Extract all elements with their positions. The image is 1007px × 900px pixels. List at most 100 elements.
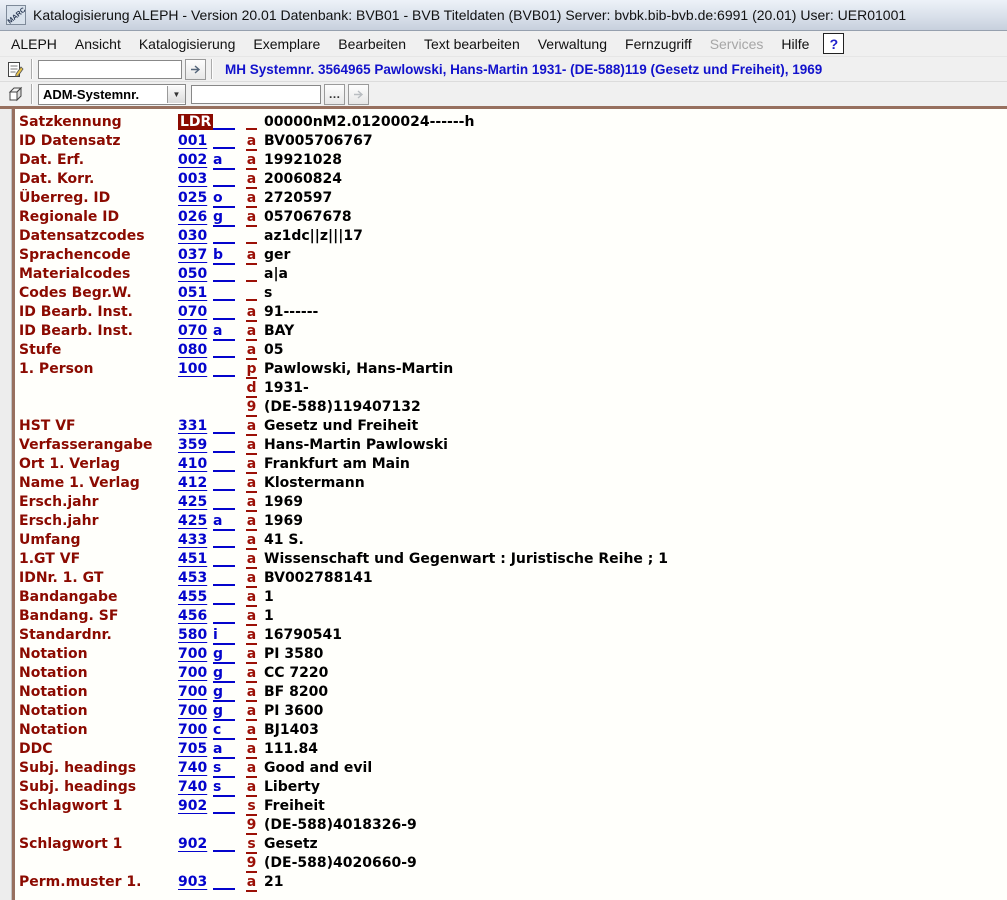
subfield-code[interactable] xyxy=(246,265,257,282)
indicator-field[interactable] xyxy=(213,265,235,282)
field-value[interactable]: 2720597 xyxy=(264,189,1007,208)
subfield-code[interactable]: a xyxy=(246,172,257,189)
go-arrow-button-disabled[interactable] xyxy=(348,84,369,105)
field-value[interactable]: PI 3580 xyxy=(264,645,1007,664)
help-icon[interactable]: ? xyxy=(823,33,844,54)
system-number-input[interactable] xyxy=(38,60,182,79)
indicator-field[interactable] xyxy=(213,227,235,244)
subfield-code[interactable]: a xyxy=(246,343,257,360)
menu-item-aleph[interactable]: ALEPH xyxy=(2,33,66,55)
field-value[interactable]: ger xyxy=(264,246,1007,265)
indicator-field[interactable] xyxy=(213,132,235,149)
indicator-field[interactable]: a xyxy=(213,514,235,531)
indicator-field[interactable] xyxy=(213,569,235,586)
subfield-code[interactable]: a xyxy=(246,476,257,493)
field-value[interactable]: 1931- xyxy=(264,379,1007,398)
subfield-code[interactable]: a xyxy=(246,324,257,341)
field-tag[interactable]: 740 xyxy=(178,779,207,795)
go-arrow-button[interactable] xyxy=(185,59,206,80)
field-tag[interactable]: 902 xyxy=(178,798,207,814)
field-value[interactable]: BJ1403 xyxy=(264,721,1007,740)
menu-item-fernzugriff[interactable]: Fernzugriff xyxy=(616,33,701,55)
field-value[interactable]: BF 8200 xyxy=(264,683,1007,702)
subfield-code[interactable]: p xyxy=(246,362,257,379)
indicator-field[interactable] xyxy=(213,797,235,814)
field-tag[interactable]: 080 xyxy=(178,342,207,358)
field-value[interactable]: BAY xyxy=(264,322,1007,341)
field-tag[interactable]: 700 xyxy=(178,703,207,719)
field-tag[interactable]: 700 xyxy=(178,646,207,662)
field-value[interactable]: 21 xyxy=(264,873,1007,896)
subfield-code[interactable]: a xyxy=(246,647,257,664)
field-tag[interactable]: 451 xyxy=(178,551,207,567)
menu-item-verwaltung[interactable]: Verwaltung xyxy=(529,33,616,55)
subfield-code[interactable]: 9 xyxy=(246,400,257,417)
field-value[interactable]: (DE-588)4018326-9 xyxy=(264,816,1007,835)
indicator-field[interactable] xyxy=(213,341,235,358)
indicator-field[interactable]: g xyxy=(213,704,235,721)
field-tag[interactable]: 026 xyxy=(178,209,207,225)
subfield-code[interactable]: a xyxy=(246,438,257,455)
subfield-code[interactable]: a xyxy=(246,419,257,436)
adm-value-input[interactable] xyxy=(191,85,321,104)
subfield-code[interactable]: a xyxy=(246,875,257,892)
menu-item-text-bearbeiten[interactable]: Text bearbeiten xyxy=(415,33,529,55)
field-value[interactable]: Liberty xyxy=(264,778,1007,797)
subfield-code[interactable]: a xyxy=(246,533,257,550)
subfield-code[interactable]: a xyxy=(246,704,257,721)
subfield-code[interactable]: a xyxy=(246,495,257,512)
browse-button[interactable]: … xyxy=(324,84,345,105)
subfield-code[interactable]: s xyxy=(246,799,257,816)
field-tag[interactable]: 070 xyxy=(178,323,207,339)
indicator-field[interactable] xyxy=(213,474,235,491)
indicator-field[interactable]: a xyxy=(213,153,235,170)
menu-item-katalogisierung[interactable]: Katalogisierung xyxy=(130,33,245,55)
splitter-strip[interactable] xyxy=(0,109,12,900)
indicator-field[interactable]: i xyxy=(213,628,235,645)
subfield-code[interactable]: a xyxy=(246,248,257,265)
indicator-field[interactable] xyxy=(213,113,235,130)
indicator-field[interactable]: g xyxy=(213,210,235,227)
subfield-code[interactable]: a xyxy=(246,780,257,797)
subfield-code[interactable]: d xyxy=(246,381,257,398)
field-tag[interactable]: 453 xyxy=(178,570,207,586)
field-value[interactable]: Good and evil xyxy=(264,759,1007,778)
subfield-code[interactable]: a xyxy=(246,514,257,531)
subfield-code[interactable]: a xyxy=(246,457,257,474)
adm-systemnr-dropdown[interactable]: ADM-Systemnr. ▼ xyxy=(38,84,186,105)
indicator-field[interactable] xyxy=(213,588,235,605)
subfield-code[interactable]: a xyxy=(246,552,257,569)
indicator-field[interactable]: b xyxy=(213,248,235,265)
field-tag[interactable]: 100 xyxy=(178,361,207,377)
indicator-field[interactable]: g xyxy=(213,666,235,683)
subfield-code[interactable]: a xyxy=(246,666,257,683)
indicator-field[interactable] xyxy=(213,170,235,187)
field-value[interactable]: 057067678 xyxy=(264,208,1007,227)
indicator-field[interactable] xyxy=(213,455,235,472)
field-tag[interactable]: 003 xyxy=(178,171,207,187)
indicator-field[interactable]: o xyxy=(213,191,235,208)
menu-item-hilfe[interactable]: Hilfe xyxy=(772,33,818,55)
indicator-field[interactable] xyxy=(213,436,235,453)
subfield-code[interactable]: a xyxy=(246,191,257,208)
subfield-code[interactable]: 9 xyxy=(246,856,257,873)
field-tag[interactable]: 070 xyxy=(178,304,207,320)
field-tag[interactable]: 455 xyxy=(178,589,207,605)
indicator-field[interactable] xyxy=(213,303,235,320)
subfield-code[interactable]: a xyxy=(246,305,257,322)
subfield-code[interactable]: 9 xyxy=(246,818,257,835)
subfield-code[interactable]: a xyxy=(246,685,257,702)
indicator-field[interactable] xyxy=(213,873,235,890)
field-tag[interactable]: 002 xyxy=(178,152,207,168)
field-tag[interactable]: 410 xyxy=(178,456,207,472)
field-tag[interactable]: 425 xyxy=(178,513,207,529)
subfield-code[interactable]: a xyxy=(246,210,257,227)
field-tag-selected[interactable]: LDR xyxy=(178,114,213,130)
field-tag[interactable]: 359 xyxy=(178,437,207,453)
field-tag[interactable]: 580 xyxy=(178,627,207,643)
field-tag[interactable]: 700 xyxy=(178,665,207,681)
field-tag[interactable]: 705 xyxy=(178,741,207,757)
indicator-field[interactable] xyxy=(213,835,235,852)
field-value[interactable]: 19921028 xyxy=(264,151,1007,170)
field-tag[interactable]: 740 xyxy=(178,760,207,776)
